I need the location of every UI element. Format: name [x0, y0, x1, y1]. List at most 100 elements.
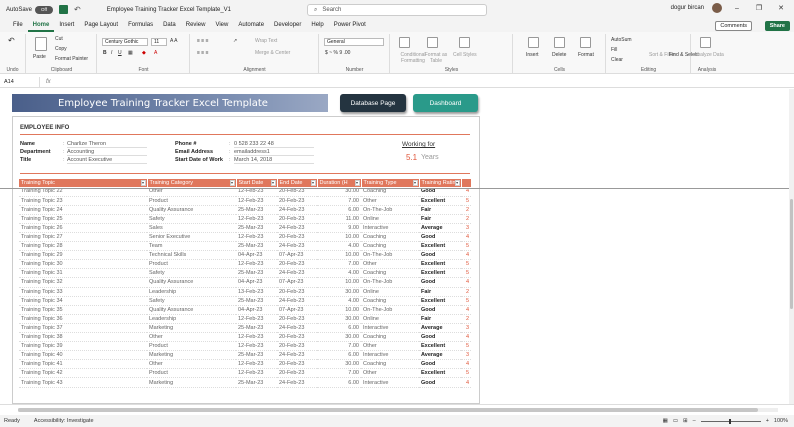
autosave-toggle[interactable]: Off [35, 5, 54, 14]
end-date-cell[interactable]: 24-Feb-23 [277, 241, 317, 252]
menu-help[interactable]: Help [306, 19, 328, 32]
rating-cell[interactable]: Good [419, 277, 462, 288]
table-row[interactable]: Training Topic 36 Leadership 12-Feb-23 20-F… [19, 314, 472, 324]
menu-automate[interactable]: Automate [233, 19, 269, 32]
format-table-button[interactable]: Format as Table [421, 52, 451, 64]
start-date-cell[interactable]: 12-Feb-23 [236, 232, 277, 243]
end-date-cell[interactable]: 20-Feb-23 [277, 259, 317, 270]
start-date-value[interactable]: March 14, 2018 [234, 157, 314, 164]
minimize-icon[interactable]: – [730, 5, 744, 12]
category-cell[interactable]: Safety [147, 214, 236, 224]
rating-cell[interactable]: Excellent [419, 268, 462, 279]
category-cell[interactable]: Senior Executive [147, 232, 236, 243]
italic-icon[interactable]: I [111, 50, 112, 56]
duration-cell[interactable]: 10.00 [317, 232, 361, 243]
start-date-cell[interactable]: 12-Feb-23 [236, 359, 277, 370]
category-cell[interactable]: Quality Assurance [147, 205, 236, 215]
category-cell[interactable]: Quality Assurance [147, 277, 236, 288]
end-date-cell[interactable]: 20-Feb-23 [277, 214, 317, 224]
end-date-cell[interactable]: 20-Feb-23 [277, 232, 317, 243]
category-cell[interactable]: Leadership [147, 314, 236, 324]
filter-dropdown-icon[interactable]: ▾ [229, 180, 235, 186]
type-cell[interactable]: Interactive [361, 377, 419, 388]
insert-cells-icon[interactable] [528, 37, 539, 48]
menu-developer[interactable]: Developer [269, 19, 306, 32]
hscroll-thumb[interactable] [18, 408, 758, 412]
table-row[interactable]: Training Topic 26 Sales 25-Mar-23 24-Feb-23… [19, 223, 472, 233]
zoom-out-icon[interactable]: – [693, 418, 696, 424]
category-cell[interactable]: Safety [147, 296, 236, 306]
undo-ribbon-icon[interactable]: ↶ [8, 36, 15, 45]
duration-cell[interactable]: 11.00 [317, 214, 361, 224]
format-painter-button[interactable]: Format Painter [55, 56, 88, 62]
search-box[interactable]: ⌕ Search [307, 4, 487, 16]
type-cell[interactable]: Interactive [361, 323, 419, 334]
end-date-cell[interactable]: 20-Feb-23 [277, 287, 317, 297]
topic-cell[interactable]: Training Topic 31 [19, 268, 147, 279]
menu-data[interactable]: Data [158, 19, 181, 32]
format-table-icon[interactable] [427, 37, 438, 48]
score-cell[interactable]: 5 [461, 368, 472, 379]
type-cell[interactable]: Online [361, 214, 419, 224]
share-button[interactable]: Share [764, 21, 790, 31]
table-row[interactable]: Training Topic 30 Product 12-Feb-23 20-Feb-… [19, 259, 472, 270]
duration-cell[interactable]: 6.00 [317, 377, 361, 388]
type-cell[interactable]: Coaching [361, 332, 419, 343]
topic-cell[interactable]: Training Topic 34 [19, 296, 147, 306]
rating-cell[interactable]: Good [419, 332, 462, 343]
orientation-icon[interactable]: ↗ [233, 38, 237, 44]
scrollbar-thumb[interactable] [790, 199, 793, 309]
col-header-duration[interactable]: Duration (H ▾ [317, 179, 362, 187]
duration-cell[interactable]: 7.00 [317, 259, 361, 270]
align-top-icon[interactable]: ≡ ≡ ≡ [197, 38, 209, 44]
category-cell[interactable]: Team [147, 241, 236, 252]
col-header-rating[interactable]: Training Rating ▾ [419, 179, 462, 187]
score-cell[interactable]: 4 [461, 305, 472, 315]
duration-cell[interactable]: 4.00 [317, 296, 361, 306]
score-cell[interactable]: 3 [461, 323, 472, 334]
document-title[interactable]: Employee Training Tracker Excel Template… [107, 7, 231, 13]
borders-icon[interactable]: ▦ [128, 50, 133, 56]
start-date-cell[interactable]: 25-Mar-23 [236, 323, 277, 334]
score-cell[interactable]: 5 [461, 296, 472, 306]
rating-cell[interactable]: Fair [419, 314, 462, 324]
start-date-cell[interactable]: 12-Feb-23 [236, 214, 277, 224]
start-date-cell[interactable]: 25-Mar-23 [236, 296, 277, 306]
duration-cell[interactable]: 30.00 [317, 359, 361, 370]
table-row[interactable]: Training Topic 25 Safety 12-Feb-23 20-Feb-2… [19, 214, 472, 224]
table-row[interactable]: Training Topic 38 Other 12-Feb-23 20-Feb-23… [19, 332, 472, 343]
font-color-icon[interactable]: A [154, 50, 157, 56]
topic-cell[interactable]: Training Topic 30 [19, 259, 147, 270]
filter-dropdown-icon[interactable]: ▾ [270, 180, 276, 186]
duration-cell[interactable]: 30.00 [317, 314, 361, 324]
merge-center-button[interactable]: Merge & Center [255, 50, 290, 56]
table-row[interactable]: Training Topic 32 Quality Assurance 04-Apr… [19, 277, 472, 288]
duration-cell[interactable]: 7.00 [317, 368, 361, 379]
undo-icon[interactable]: ↶ [74, 5, 81, 14]
score-cell[interactable]: 2 [461, 314, 472, 324]
score-cell[interactable]: 4 [461, 359, 472, 370]
underline-icon[interactable]: U [118, 50, 122, 56]
end-date-cell[interactable]: 24-Feb-23 [277, 296, 317, 306]
table-row[interactable]: Training Topic 39 Product 12-Feb-23 20-Feb-… [19, 341, 472, 352]
type-cell[interactable]: Other [361, 341, 419, 352]
type-cell[interactable]: Coaching [361, 359, 419, 370]
topic-cell[interactable]: Training Topic 29 [19, 250, 147, 261]
category-cell[interactable]: Product [147, 259, 236, 270]
end-date-cell[interactable]: 07-Apr-23 [277, 277, 317, 288]
filter-dropdown-icon[interactable]: ▾ [140, 180, 146, 186]
zoom-slider[interactable] [700, 418, 761, 424]
filter-dropdown-icon[interactable]: ▾ [412, 180, 418, 186]
cut-button[interactable]: Cut [55, 36, 63, 42]
table-row[interactable]: Training Topic 41 Other 12-Feb-23 20-Feb-23… [19, 359, 472, 370]
category-cell[interactable]: Marketing [147, 377, 236, 388]
topic-cell[interactable]: Training Topic 37 [19, 323, 147, 334]
type-cell[interactable]: Interactive [361, 350, 419, 361]
rating-cell[interactable]: Excellent [419, 196, 462, 206]
rating-cell[interactable]: Fair [419, 205, 462, 215]
close-icon[interactable]: ✕ [774, 4, 788, 12]
category-cell[interactable]: Product [147, 196, 236, 206]
topic-cell[interactable]: Training Topic 33 [19, 287, 147, 297]
score-cell[interactable]: 5 [461, 268, 472, 279]
type-cell[interactable]: Coaching [361, 296, 419, 306]
